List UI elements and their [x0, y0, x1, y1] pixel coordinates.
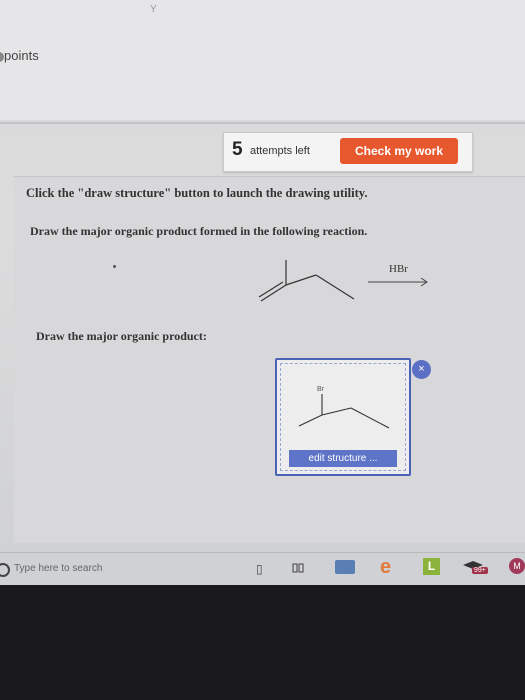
instruction-draw-product: Draw the major organic product:	[36, 329, 207, 343]
reaction-arrow-icon	[368, 277, 428, 287]
windows-taskbar: Type here to search ▯ e L 99+ M	[0, 552, 525, 585]
structure-editor-box[interactable]: Br edit structure ...	[275, 358, 411, 476]
reagent-label: HBr	[389, 263, 408, 275]
search-icon[interactable]	[0, 563, 10, 577]
browser-screen: Y points 5 attempts left Check my work C…	[0, 0, 525, 585]
file-explorer-icon[interactable]	[335, 560, 355, 574]
app-m-icon[interactable]: M	[509, 558, 525, 574]
points-label: points	[4, 48, 39, 63]
reactant-structure	[258, 260, 355, 302]
taskbar-search-input[interactable]: Type here to search	[14, 563, 102, 574]
product-atom-label: Br	[317, 386, 325, 393]
signal-mark: Y	[150, 4, 157, 15]
attempts-count: 5	[232, 139, 243, 160]
stray-dot	[113, 265, 116, 268]
attempts-bar: 5 attempts left Check my work	[223, 132, 473, 172]
instruction-draw-structure: Click the "draw structure" button to lau…	[26, 186, 368, 200]
microphone-icon[interactable]: ▯	[256, 562, 263, 576]
reactant-bond	[315, 274, 355, 300]
top-band	[0, 0, 525, 120]
task-view-icon[interactable]	[292, 562, 304, 574]
app-l-icon[interactable]: L	[423, 558, 440, 575]
notification-badge: 99+	[472, 567, 488, 574]
attempts-label: attempts left	[250, 145, 310, 157]
product-structure: Br	[298, 386, 390, 429]
close-icon[interactable]: ×	[412, 360, 431, 379]
instruction-reaction: Draw the major organic product formed in…	[30, 224, 368, 238]
check-my-work-button[interactable]: Check my work	[340, 138, 458, 164]
edge-browser-icon[interactable]: e	[380, 556, 391, 579]
product-bond	[350, 407, 390, 429]
top-divider	[0, 122, 525, 124]
product-bond	[321, 407, 352, 416]
edit-structure-button[interactable]: edit structure ...	[289, 450, 397, 467]
product-bond	[298, 414, 323, 427]
reactant-bond	[285, 274, 317, 286]
